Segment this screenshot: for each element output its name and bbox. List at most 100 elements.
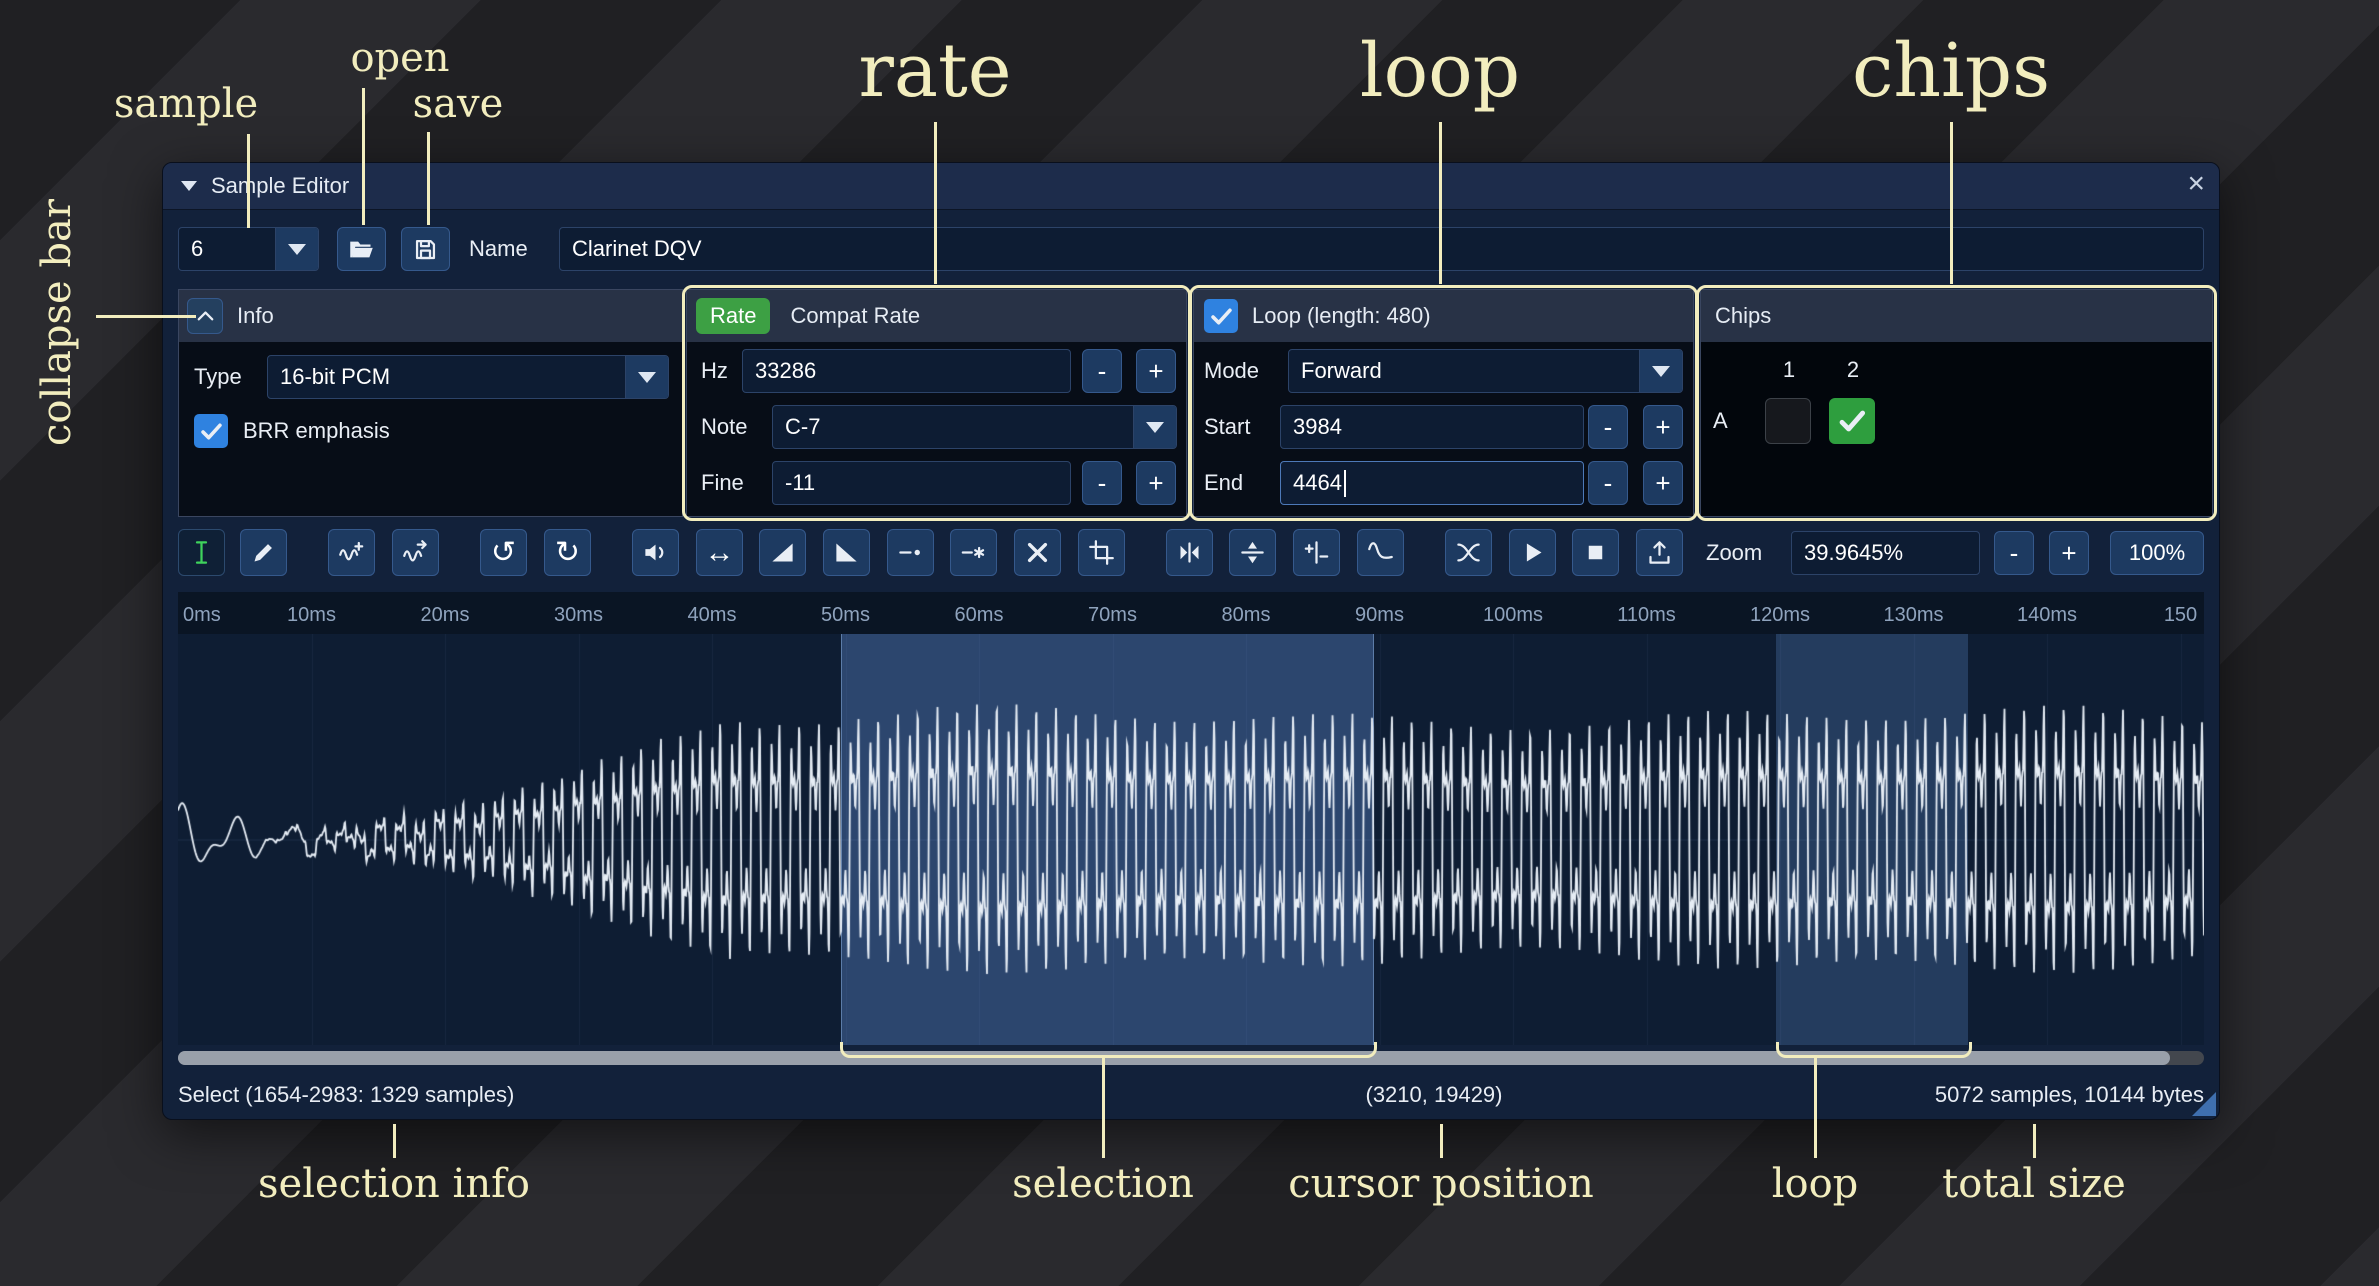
type-select[interactable]: 16-bit PCM [267,355,669,399]
loop-end-label: End [1204,460,1243,506]
normalize-button[interactable]: ↔ [696,529,743,576]
fade-out-button[interactable] [823,529,870,576]
window-collapse-icon[interactable] [181,181,197,191]
loop-panel-header: Loop (length: 480) [1194,290,1693,342]
delete-button[interactable] [1014,529,1061,576]
wave-resample-icon [402,539,429,566]
note-value: C-7 [773,406,1133,448]
chip-a-slot-1-checkbox[interactable] [1765,398,1811,444]
fade-in-icon [769,539,796,566]
invert-icon [1239,539,1266,566]
zoom-reset-button[interactable]: 100% [2110,531,2204,575]
insert-silence-button[interactable] [887,529,934,576]
text-caret [1344,470,1346,497]
annotation-selection: selection [1012,1162,1194,1206]
zoom-out-button[interactable]: - [1994,531,2034,575]
brr-emphasis-label: BRR emphasis [243,409,390,453]
open-button[interactable] [337,227,386,271]
loop-end-plus-button[interactable]: + [1643,461,1683,505]
info-panel-body: Type 16-bit PCM BRR emphasis [179,342,682,516]
loop-mode-select[interactable]: Forward [1288,349,1683,393]
fine-input[interactable] [772,461,1071,505]
loop-start-plus-button[interactable]: + [1643,405,1683,449]
timeline-tick: 30ms [554,604,603,627]
delete-x-icon [1024,539,1051,566]
window-resize-handle[interactable] [2192,1092,2216,1116]
edit-mode-draw-button[interactable] [240,529,287,576]
annotation-line-save [427,132,430,225]
chips-row-a-label: A [1713,398,1728,444]
play-icon [1519,539,1546,566]
save-button[interactable] [401,227,450,271]
loop-start-minus-button[interactable]: - [1588,405,1628,449]
sample-number-select[interactable]: 6 [178,227,319,271]
sample-number-value: 6 [179,228,275,270]
annotation-bracket-loop [1776,1042,1972,1058]
fine-plus-button[interactable]: + [1136,461,1176,505]
silence-apply-icon [960,539,987,566]
resize-button[interactable] [328,529,375,576]
window-title: Sample Editor [211,173,349,199]
fade-in-button[interactable] [759,529,806,576]
preview-play-button[interactable] [1509,529,1556,576]
timeline-tick: 40ms [688,604,737,627]
loop-end-input[interactable]: 4464 [1280,461,1584,505]
reverse-button[interactable] [1166,529,1213,576]
zoom-input[interactable] [1791,531,1980,575]
crossfade-button[interactable] [1445,529,1492,576]
chips-column-2-label: 2 [1829,352,1877,388]
fine-minus-button[interactable]: - [1082,461,1122,505]
check-icon [1836,405,1868,437]
fine-label: Fine [701,460,744,506]
trim-button[interactable] [1078,529,1125,576]
annotation-line-chips [1950,122,1953,284]
waveform-canvas [178,634,2204,1045]
amplify-button[interactable] [632,529,679,576]
apply-silence-button[interactable] [950,529,997,576]
resample-button[interactable] [392,529,439,576]
upload-button[interactable] [1636,529,1683,576]
dropdown-arrow-icon [1133,406,1176,448]
loop-end-minus-button[interactable]: - [1588,461,1628,505]
timeline-ruler: 0ms10ms20ms30ms40ms50ms60ms70ms80ms90ms1… [178,592,2204,634]
invert-button[interactable] [1229,529,1276,576]
timeline-tick: 100ms [1483,604,1543,627]
rate-toggle-button[interactable]: Rate [696,298,770,334]
waveform-area[interactable] [178,634,2204,1045]
loop-enable-checkbox[interactable] [1204,299,1238,333]
upload-icon [1646,539,1673,566]
signedness-button[interactable] [1293,529,1340,576]
chips-panel-header: Chips [1701,290,2212,342]
undo-button[interactable]: ↺ [480,529,527,576]
loop-start-input[interactable] [1280,405,1584,449]
chips-panel: Chips 1 2 A [1700,289,2213,517]
annotation-line-loop [1439,122,1442,284]
dropdown-arrow-icon [275,228,318,270]
plus-minus-sign-icon [1303,539,1330,566]
close-button[interactable]: × [2187,167,2205,201]
note-select[interactable]: C-7 [772,405,1177,449]
rate-panel-title: Compat Rate [790,303,920,329]
folder-open-icon [348,236,375,263]
zoom-label: Zoom [1706,529,1762,576]
titlebar[interactable]: Sample Editor × [163,163,2219,210]
edit-mode-select-button[interactable] [178,529,225,576]
brr-emphasis-checkbox[interactable] [194,414,228,448]
preview-stop-button[interactable] [1572,529,1619,576]
annotation-line-selection [1102,1057,1105,1158]
zoom-in-button[interactable]: + [2049,531,2089,575]
sample-name-input[interactable] [559,227,2204,271]
redo-button[interactable]: ↻ [544,529,591,576]
info-panel-header: Info [179,290,682,342]
hz-label: Hz [701,348,728,394]
hz-plus-button[interactable]: + [1136,349,1176,393]
filter-button[interactable] [1357,529,1404,576]
hz-minus-button[interactable]: - [1082,349,1122,393]
type-value: 16-bit PCM [268,356,625,398]
hz-input[interactable] [742,349,1071,393]
annotation-line-rate [934,122,937,284]
annotation-cursor-position: cursor position [1288,1162,1593,1206]
timeline-tick: 60ms [955,604,1004,627]
filter-wave-icon [1367,539,1394,566]
chip-a-slot-2-checkbox[interactable] [1829,398,1875,444]
